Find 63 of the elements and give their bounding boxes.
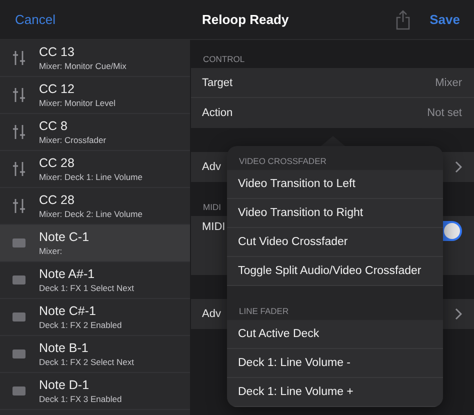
mapping-name: CC 13 bbox=[39, 45, 76, 59]
mapping-list-item[interactable]: CC 13 Mixer: Monitor Cue/Mix bbox=[0, 40, 190, 77]
mapping-description: Deck 1: FX 1 Select Next bbox=[39, 283, 134, 293]
key-icon bbox=[12, 349, 26, 359]
mapping-list-item[interactable]: CC 28 Mixer: Deck 1: Line Volume bbox=[0, 151, 190, 188]
chevron-icon[interactable] bbox=[455, 161, 462, 173]
setting-value[interactable]: Not set bbox=[427, 107, 462, 119]
key-icon bbox=[12, 312, 26, 322]
share-icon[interactable] bbox=[396, 10, 410, 30]
fader-icon bbox=[12, 161, 26, 177]
key-icon bbox=[12, 238, 26, 248]
menu-item[interactable]: Toggle Split Audio/Video Crossfader bbox=[227, 257, 443, 286]
fader-icon bbox=[12, 50, 26, 66]
mapping-description: Deck 1: FX 2 Enabled bbox=[39, 320, 122, 330]
fader-icon bbox=[12, 198, 26, 214]
mapping-list-item[interactable]: CC 8 Mixer: Crossfader bbox=[0, 114, 190, 151]
setting-label: Adv bbox=[202, 308, 221, 320]
mapping-name: Note C#-1 bbox=[39, 304, 97, 318]
menu-item[interactable]: Deck 1: Line Volume + bbox=[227, 378, 443, 407]
mapping-description: Mixer: Monitor Level bbox=[39, 98, 116, 108]
mapping-list-item[interactable]: Note C#-1 Deck 1: FX 2 Enabled bbox=[0, 299, 190, 336]
save-button[interactable]: Save bbox=[430, 8, 460, 31]
mapping-name: CC 12 bbox=[39, 82, 76, 96]
menu-section-header: LINE FADER bbox=[239, 306, 289, 316]
mapping-description: Mixer: bbox=[39, 246, 64, 256]
menu-item[interactable]: Video Transition to Left bbox=[227, 170, 443, 199]
mapping-list-item[interactable]: Note A#-1 Deck 1: FX 1 Select Next bbox=[0, 262, 190, 299]
mapping-list-item[interactable]: CC 12 Mixer: Monitor Level bbox=[0, 77, 190, 114]
key-icon bbox=[12, 275, 26, 285]
mapping-name: Note C-1 bbox=[39, 230, 90, 244]
setting-value[interactable]: Mixer bbox=[435, 76, 462, 88]
mapping-name: Note A#-1 bbox=[39, 267, 96, 281]
menu-item[interactable]: Deck 1: Line Volume - bbox=[227, 349, 443, 378]
mapping-list-item[interactable]: Note D-1 Deck 1: FX 3 Enabled bbox=[0, 373, 190, 410]
cancel-button[interactable]: Cancel bbox=[0, 8, 190, 31]
mapping-name: CC 28 bbox=[39, 193, 76, 207]
fader-icon bbox=[12, 87, 26, 103]
mapping-description: Mixer: Crossfader bbox=[39, 135, 106, 145]
setting-label: Adv bbox=[202, 161, 221, 173]
fader-icon bbox=[12, 124, 26, 140]
mapping-list-item[interactable]: Note C-1 Mixer: bbox=[0, 225, 190, 262]
setting-label: Target bbox=[202, 76, 233, 88]
menu-item[interactable]: Cut Active Deck bbox=[227, 320, 443, 349]
window-title: Reloop Ready bbox=[202, 12, 290, 27]
mapping-name: CC 8 bbox=[39, 119, 68, 133]
mapping-name: CC 28 bbox=[39, 156, 76, 170]
menu-item[interactable]: Cut Video Crossfader bbox=[227, 228, 443, 257]
mapping-description: Mixer: Monitor Cue/Mix bbox=[39, 61, 126, 71]
mapping-description: Mixer: Deck 2: Line Volume bbox=[39, 209, 142, 219]
section-header: CONTROL bbox=[203, 54, 245, 64]
mapping-description: Mixer: Deck 1: Line Volume bbox=[39, 172, 142, 182]
section-header: MIDI bbox=[203, 202, 221, 212]
mapping-list-item[interactable]: Note B-1 Deck 1: FX 2 Select Next bbox=[0, 336, 190, 373]
setting-label: MIDI bbox=[202, 221, 226, 233]
mapping-name: Note B-1 bbox=[39, 341, 90, 355]
menu-section-header: VIDEO CROSSFADER bbox=[239, 156, 326, 166]
setting-label: Action bbox=[202, 107, 233, 119]
mapping-description: Deck 1: FX 2 Select Next bbox=[39, 357, 134, 367]
mapping-name: Note D-1 bbox=[39, 378, 90, 392]
chevron-icon[interactable] bbox=[455, 308, 462, 320]
menu-item[interactable]: Video Transition to Right bbox=[227, 199, 443, 228]
mapping-description: Deck 1: FX 3 Enabled bbox=[39, 394, 122, 404]
key-icon bbox=[12, 386, 26, 396]
